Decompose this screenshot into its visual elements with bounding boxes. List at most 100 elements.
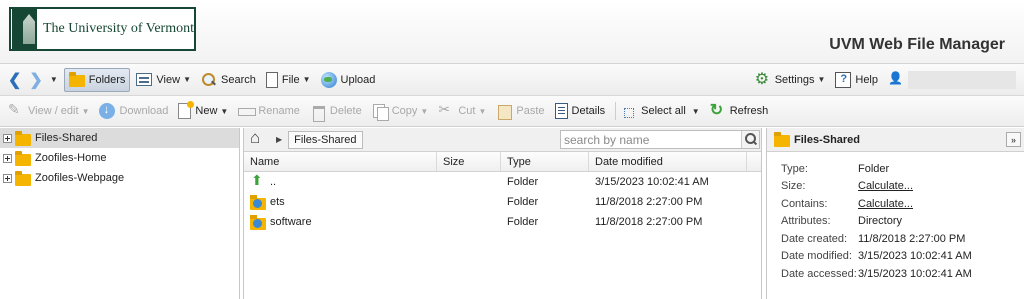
logo-text: The University of Vermont: [43, 21, 194, 36]
settings-menu-button[interactable]: Settings ▼: [751, 68, 830, 92]
tree-item-files-shared[interactable]: Files-Shared: [0, 128, 239, 148]
details-button[interactable]: Details: [551, 99, 610, 123]
details-label: Details: [571, 105, 606, 117]
folder-icon: [15, 130, 31, 146]
column-header-date-modified[interactable]: Date modified: [589, 152, 747, 171]
column-header-type[interactable]: Type: [501, 152, 589, 171]
tree-item-zoofiles-webpage[interactable]: Zoofiles-Webpage: [0, 168, 239, 188]
help-label: Help: [855, 73, 878, 86]
calculate-size-link[interactable]: Calculate...: [858, 180, 913, 192]
chevron-down-icon: ▼: [420, 106, 429, 116]
select-all-button[interactable]: Select all ▼: [620, 99, 704, 123]
detail-value: Folder: [858, 162, 890, 175]
file-name-cell: software: [244, 214, 437, 230]
column-header-name[interactable]: Name: [244, 152, 437, 171]
detail-value: 3/15/2023 10:02:41 AM: [858, 250, 972, 263]
new-menu-button[interactable]: New ▼: [174, 99, 232, 123]
file-row-ets[interactable]: ets Folder 11/8/2018 2:27:00 PM: [244, 192, 761, 212]
file-list-pane: ▶ Files-Shared Name Size Type Date modif…: [243, 128, 762, 299]
detail-row-created: Date created: 11/8/2018 2:27:00 PM: [767, 230, 1024, 248]
chevron-down-icon: ▼: [478, 106, 487, 116]
redacted-username[interactable]: [908, 70, 1016, 89]
detail-label: Date accessed:: [781, 267, 857, 280]
tower-logo-icon: [12, 9, 37, 49]
trash-icon: [310, 103, 326, 122]
details-icon: [554, 103, 568, 119]
breadcrumb-item-files-shared[interactable]: Files-Shared: [288, 130, 363, 149]
search-icon[interactable]: [741, 131, 759, 148]
expand-icon[interactable]: [3, 153, 12, 163]
history-dropdown-icon[interactable]: ▼: [50, 75, 58, 84]
detail-label: Date created:: [781, 232, 848, 245]
file-icon: [265, 71, 278, 88]
action-toolbar: View / edit ▼ Download New ▼ Rename Dele…: [0, 96, 1024, 127]
file-row-software[interactable]: software Folder 11/8/2018 2:27:00 PM: [244, 212, 761, 232]
upload-button[interactable]: Upload: [317, 68, 380, 92]
download-button[interactable]: Download: [95, 99, 172, 123]
chevron-down-icon: ▼: [183, 75, 191, 84]
file-date-cell: 11/8/2018 2:27:00 PM: [595, 196, 703, 208]
refresh-button[interactable]: Refresh: [706, 99, 773, 123]
tree-item-zoofiles-home[interactable]: Zoofiles-Home: [0, 148, 239, 168]
copy-icon: [372, 103, 389, 121]
expand-icon[interactable]: [3, 173, 12, 183]
view-edit-button[interactable]: View / edit ▼: [4, 99, 93, 123]
clipboard-icon: [496, 103, 513, 120]
web-folder-icon: [250, 214, 266, 230]
tree-item-label: Zoofiles-Webpage: [35, 172, 125, 184]
detail-row-size: Size: Calculate...: [767, 178, 1024, 196]
detail-label: Size:: [781, 180, 806, 193]
paste-button[interactable]: Paste: [492, 99, 548, 123]
download-icon: [99, 102, 116, 119]
collapse-pane-icon[interactable]: »: [1006, 132, 1021, 147]
view-menu-button[interactable]: View ▼: [132, 68, 195, 92]
file-name: software: [270, 216, 312, 228]
chevron-down-icon: ▼: [220, 106, 229, 116]
file-list-header: Name Size Type Date modified: [244, 152, 761, 172]
parent-folder-icon: [250, 172, 266, 190]
cut-label: Cut: [458, 105, 476, 117]
rename-label: Rename: [258, 105, 300, 117]
details-title: Files-Shared: [794, 133, 861, 146]
help-button[interactable]: Help: [831, 68, 882, 92]
upload-label: Upload: [340, 73, 376, 86]
rename-icon: [238, 103, 257, 119]
search-label: Search: [221, 73, 256, 86]
new-item-icon: [178, 101, 195, 119]
user-icon[interactable]: [888, 71, 904, 88]
detail-row-contains: Contains: Calculate...: [767, 195, 1024, 213]
file-menu-button[interactable]: File ▼: [262, 68, 315, 92]
back-arrow-icon[interactable]: ❮: [4, 70, 25, 90]
detail-value: 11/8/2018 2:27:00 PM: [858, 232, 966, 245]
file-row-parent[interactable]: .. Folder 3/15/2023 10:02:41 AM: [244, 172, 761, 192]
refresh-label: Refresh: [729, 105, 769, 117]
copy-button[interactable]: Copy ▼: [368, 99, 433, 123]
delete-label: Delete: [329, 105, 362, 117]
chevron-down-icon: ▼: [691, 106, 700, 116]
search-button[interactable]: Search: [197, 68, 260, 92]
folder-icon: [15, 150, 31, 166]
help-icon: [835, 71, 852, 88]
rename-button[interactable]: Rename: [234, 99, 304, 123]
cut-button[interactable]: Cut ▼: [434, 99, 490, 123]
search-box: [560, 130, 760, 149]
chevron-right-icon[interactable]: ▶: [276, 135, 282, 144]
download-label: Download: [119, 105, 169, 117]
forward-arrow-icon[interactable]: ❯: [25, 70, 46, 90]
chevron-down-icon: ▼: [302, 75, 311, 84]
expand-icon[interactable]: [3, 133, 12, 143]
view-icon: [136, 73, 153, 86]
details-header: Files-Shared »: [767, 128, 1024, 152]
calculate-contains-link[interactable]: Calculate...: [858, 198, 913, 210]
copy-label: Copy: [391, 105, 418, 117]
detail-label: Type:: [781, 162, 808, 175]
search-input[interactable]: [561, 131, 741, 148]
toolbar-divider: [615, 102, 617, 120]
home-icon[interactable]: [250, 128, 268, 148]
folders-button[interactable]: Folders: [63, 67, 131, 92]
university-logo[interactable]: The University of Vermont: [9, 7, 196, 51]
tree-item-label: Zoofiles-Home: [35, 152, 107, 164]
delete-button[interactable]: Delete: [306, 99, 366, 123]
column-header-size[interactable]: Size: [437, 152, 501, 171]
folder-icon: [15, 170, 31, 186]
